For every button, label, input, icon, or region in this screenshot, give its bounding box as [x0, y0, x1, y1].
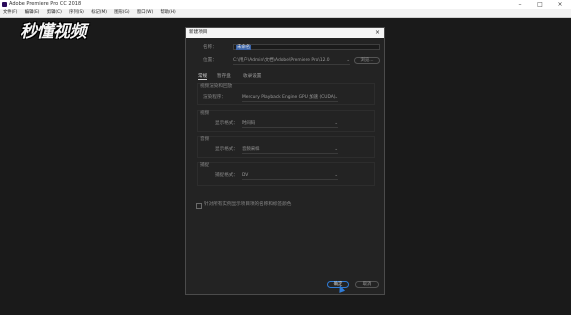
chevron-down-icon: ⌄ — [334, 95, 338, 100]
chevron-down-icon: ⌄ — [346, 58, 350, 63]
tab-ingest-settings[interactable]: 收录设置 — [243, 73, 261, 79]
dialog-close-icon[interactable]: × — [375, 28, 380, 38]
video-display-select[interactable]: 时间码 ⌄ — [242, 121, 338, 128]
dialog-titlebar: 新建项目 × — [186, 28, 384, 38]
video-display-value: 时间码 — [242, 121, 256, 126]
show-names-checkbox[interactable] — [196, 203, 202, 209]
browse-button[interactable]: 浏览... — [354, 57, 380, 64]
watermark-logo: 秒懂视频 — [20, 22, 87, 42]
audio-display-value: 音频采样 — [242, 147, 260, 152]
location-select[interactable]: C:\用户\Admin\文档\Adobe\Premiere Pro\12.0 ⌄ — [233, 58, 350, 65]
chevron-down-icon: ⌄ — [334, 121, 338, 126]
chevron-down-icon: ⌄ — [334, 173, 338, 178]
dialog-title: 新建项目 — [189, 30, 208, 35]
menu-edit[interactable]: 编辑(E) — [25, 10, 40, 15]
capture-section-title: 捕捉 — [200, 163, 210, 168]
window-title: Adobe Premiere Pro CC 2018 — [9, 1, 82, 7]
menu-marker[interactable]: 标记(M) — [91, 10, 107, 15]
project-name-input[interactable]: 未命名 — [233, 44, 380, 50]
cancel-button[interactable]: 取消 — [355, 281, 379, 288]
location-label: 位置： — [203, 58, 217, 63]
capture-format-value: DV — [242, 173, 249, 178]
video-display-label: 显示格式： — [215, 121, 238, 126]
menu-window[interactable]: 窗口(W) — [137, 10, 153, 15]
show-names-label: 针对所有实例显示项目项的名称和标签颜色 — [204, 202, 292, 207]
audio-display-label: 显示格式： — [215, 147, 238, 152]
renderer-value: Mercury Playback Engine GPU 加速 (CUDA) — [242, 95, 336, 100]
menu-sequence[interactable]: 序列(S) — [69, 10, 84, 15]
maximize-icon[interactable]: □ — [531, 0, 549, 9]
video-section-title: 视频 — [200, 111, 210, 116]
renderer-section-title: 视频渲染和回放 — [200, 84, 233, 89]
renderer-label: 渲染程序： — [203, 95, 226, 100]
premiere-app-icon — [2, 2, 7, 7]
menu-clip[interactable]: 剪辑(C) — [47, 10, 62, 15]
capture-format-label: 捕捉格式： — [215, 173, 238, 178]
chevron-down-icon: ⌄ — [334, 147, 338, 152]
close-icon[interactable]: × — [551, 0, 569, 9]
audio-display-select[interactable]: 音频采样 ⌄ — [242, 147, 338, 154]
project-name-value: 未命名 — [236, 45, 252, 50]
menu-help[interactable]: 帮助(H) — [161, 10, 176, 15]
window-titlebar: Adobe Premiere Pro CC 2018 – □ × — [0, 0, 571, 9]
tab-scratch-disks[interactable]: 暂存盘 — [217, 73, 231, 79]
menu-file[interactable]: 文件(F) — [3, 10, 17, 15]
capture-format-select[interactable]: DV ⌄ — [242, 173, 338, 180]
name-label: 名称： — [203, 45, 217, 50]
tab-general[interactable]: 常规 — [198, 73, 208, 80]
menu-graphics[interactable]: 图形(G) — [114, 10, 129, 15]
audio-section-title: 音频 — [200, 137, 210, 142]
renderer-select[interactable]: Mercury Playback Engine GPU 加速 (CUDA) ⌄ — [242, 95, 338, 102]
minimize-icon[interactable]: – — [511, 0, 529, 9]
new-project-dialog: 新建项目 × 名称： 未命名 位置： C:\用户\Admin\文档\Adobe\… — [185, 27, 385, 295]
location-value: C:\用户\Admin\文档\Adobe\Premiere Pro\12.0 — [233, 58, 330, 63]
